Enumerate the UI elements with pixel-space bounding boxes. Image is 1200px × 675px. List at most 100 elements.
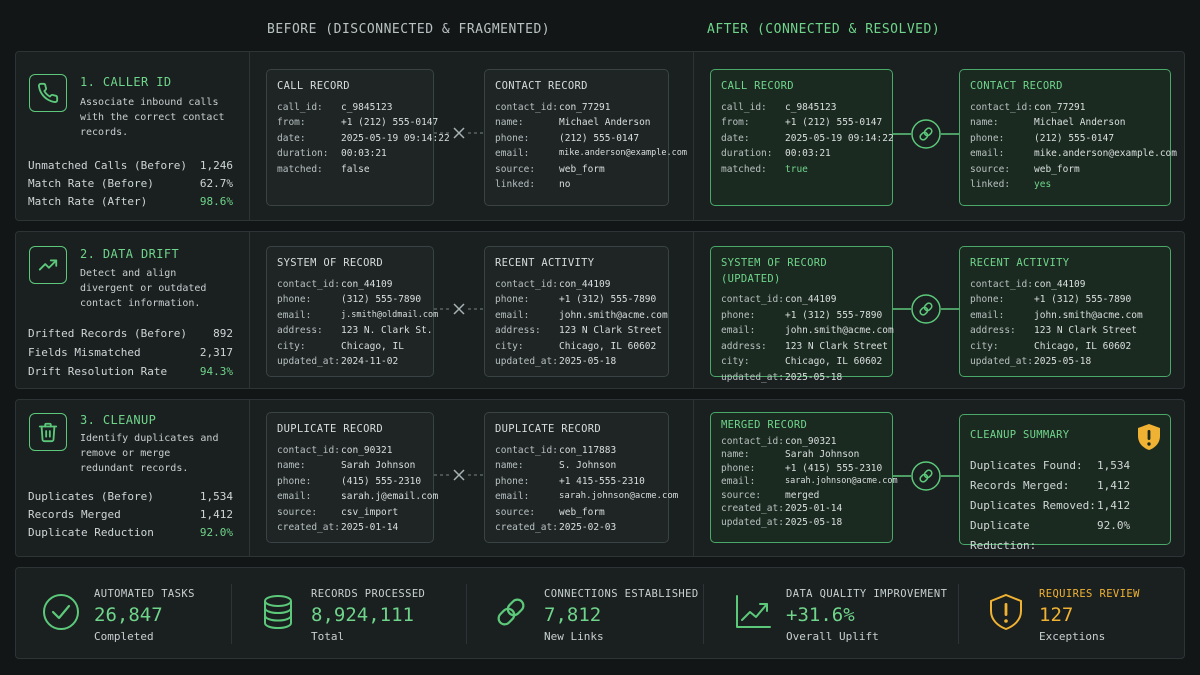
metric-label: Drifted Records (Before) [28, 327, 187, 340]
disconnected-icon [434, 469, 484, 481]
summary-value: 92.0% [1097, 518, 1131, 532]
record-field: date: 2025-05-19 09:14:22 [277, 131, 450, 147]
stat-value: +31.6% [786, 604, 855, 626]
metric-value: 98.6% [199, 195, 233, 208]
field-value: sarah.j@email.com [341, 491, 439, 502]
record-field: address: 123 N Clark Street [721, 339, 888, 355]
record-field: email: sarah.johnson@acme.com [495, 489, 678, 505]
stat-value: 8,924,111 [311, 604, 414, 626]
field-value: john.smith@acme.com [785, 325, 894, 336]
card-title: RECENT ACTIVITY [495, 257, 595, 269]
field-value: (415) 555-2310 [341, 475, 422, 487]
record-field: duration: 00:03:21 [721, 146, 882, 162]
record-field: updated_at: 2025-05-18 [721, 516, 882, 530]
field-label: email: [495, 309, 530, 321]
record-field: name: Michael Anderson [495, 115, 658, 131]
shield-warning-icon [990, 593, 1022, 631]
field-label: email: [277, 309, 312, 321]
field-value: Chicago, IL 60602 [785, 356, 883, 367]
field-value: sarah.johnson@acme.com [559, 491, 679, 501]
metric-label: Duplicate Reduction [28, 526, 154, 539]
field-label: city: [277, 340, 306, 352]
phone-icon [29, 74, 67, 112]
field-value: web_form [559, 163, 605, 175]
field-label: name: [721, 449, 750, 460]
chart-up-icon [736, 595, 771, 628]
field-label: name: [970, 117, 999, 128]
record-field: source: csv_import [277, 505, 423, 521]
field-label: contact_id: [970, 278, 1033, 290]
trend-up-icon [29, 246, 67, 284]
field-label: source: [721, 489, 762, 501]
record-field: contact_id: con_44109 [277, 277, 423, 293]
field-label: address: [277, 325, 323, 336]
record-field: email: sarah.johnson@acme.com [721, 475, 898, 489]
record-field: contact_id: con_90321 [277, 443, 423, 459]
record-field: from: +1 (212) 555-0147 [721, 115, 882, 131]
record-field: phone: (415) 555-2310 [277, 474, 423, 490]
field-value: con_44109 [559, 278, 611, 290]
metric-label: Match Rate (After) [28, 195, 148, 208]
contact-record-before-card: CONTACT RECORD contact_id: con_77291 name… [484, 69, 687, 206]
record-field: contact_id: con_44109 [721, 292, 882, 308]
field-label: phone: [277, 475, 312, 487]
link-icon [893, 294, 959, 324]
call-record-after-card: CALL RECORD call_id: c_9845123 from: +1 (2… [710, 69, 894, 206]
field-label: contact_id: [495, 278, 558, 290]
field-value: 123 N Clark Street [559, 325, 662, 336]
field-value: (212) 555-0147 [1034, 132, 1115, 144]
summary-line: Duplicates Found: 1,534 [970, 456, 1160, 476]
stat-sub: Overall Uplift [786, 630, 879, 643]
section-description: Identify duplicates and remove or merge … [80, 433, 219, 474]
stat-sub: Exceptions [1039, 630, 1106, 643]
field-value: Michael Anderson [1034, 117, 1126, 128]
field-label: contact_id: [495, 444, 558, 456]
record-field: address: 123 N Clark Street [495, 323, 662, 339]
field-label: address: [970, 325, 1016, 336]
metric-value: 1,534 [199, 490, 233, 503]
record-field: city: Chicago, IL 60602 [970, 339, 1160, 355]
field-label: updated_at: [495, 356, 558, 367]
metric-value: 2,317 [199, 346, 233, 359]
summary-value: 1,412 [1097, 478, 1131, 492]
field-label: contact_id: [970, 101, 1033, 113]
field-label: created_at: [495, 522, 558, 533]
record-field: created_at: 2025-01-14 [277, 520, 423, 536]
field-label: from: [721, 117, 750, 128]
section-metrics: Drifted Records (Before) 892 Fields Misma… [28, 324, 233, 381]
duplicate-record-before-card: DUPLICATE RECORD contact_id: con_90321 na… [266, 412, 438, 543]
field-label: email: [970, 148, 1005, 159]
record-field: matched: false [277, 162, 423, 178]
record-field: phone: +1 (312) 555-7890 [970, 292, 1160, 308]
field-label: contact_id: [721, 294, 784, 305]
field-value: con_117883 [559, 444, 617, 456]
field-label: matched: [277, 163, 323, 175]
summary-line: Duplicates Removed: 1,412 [970, 496, 1160, 516]
card-title: CONTACT RECORD [495, 80, 588, 92]
field-value: Sarah Johnson [341, 460, 416, 471]
card-title: RECENT ACTIVITY [970, 257, 1070, 269]
field-value: 00:03:21 [785, 148, 831, 159]
field-label: from: [277, 117, 306, 128]
field-value: merged [785, 489, 820, 501]
record-field: email: john.smith@acme.com [721, 323, 894, 339]
record-field: phone: (212) 555-0147 [495, 131, 658, 147]
recent-activity-after-card: RECENT ACTIVITY contact_id: con_44109 pho… [959, 246, 1171, 377]
card-title: MERGED RECORD [721, 419, 808, 431]
call-record-before-card: CALL RECORD call_id: c_9845123 from: +1 (2… [266, 69, 450, 206]
database-icon [264, 595, 292, 630]
field-label: phone: [970, 294, 1005, 305]
field-label: source: [277, 506, 318, 518]
record-field: phone: +1 (312) 555-7890 [495, 292, 658, 308]
field-value: +1 (312) 555-7890 [559, 294, 657, 305]
field-label: contact_id: [277, 278, 340, 290]
system-of-record-after-card: SYSTEM OF RECORD (UPDATED) contact_id: co… [710, 246, 894, 383]
record-field: email: sarah.j@email.com [277, 489, 438, 505]
field-value: +1 (212) 555-0147 [341, 117, 439, 128]
record-field: city: Chicago, IL 60602 [721, 354, 882, 370]
field-value: Michael Anderson [559, 117, 651, 128]
stat-value: 26,847 [94, 604, 163, 626]
field-label: email: [277, 491, 312, 502]
field-label: email: [970, 309, 1005, 321]
field-label: phone: [277, 294, 312, 305]
